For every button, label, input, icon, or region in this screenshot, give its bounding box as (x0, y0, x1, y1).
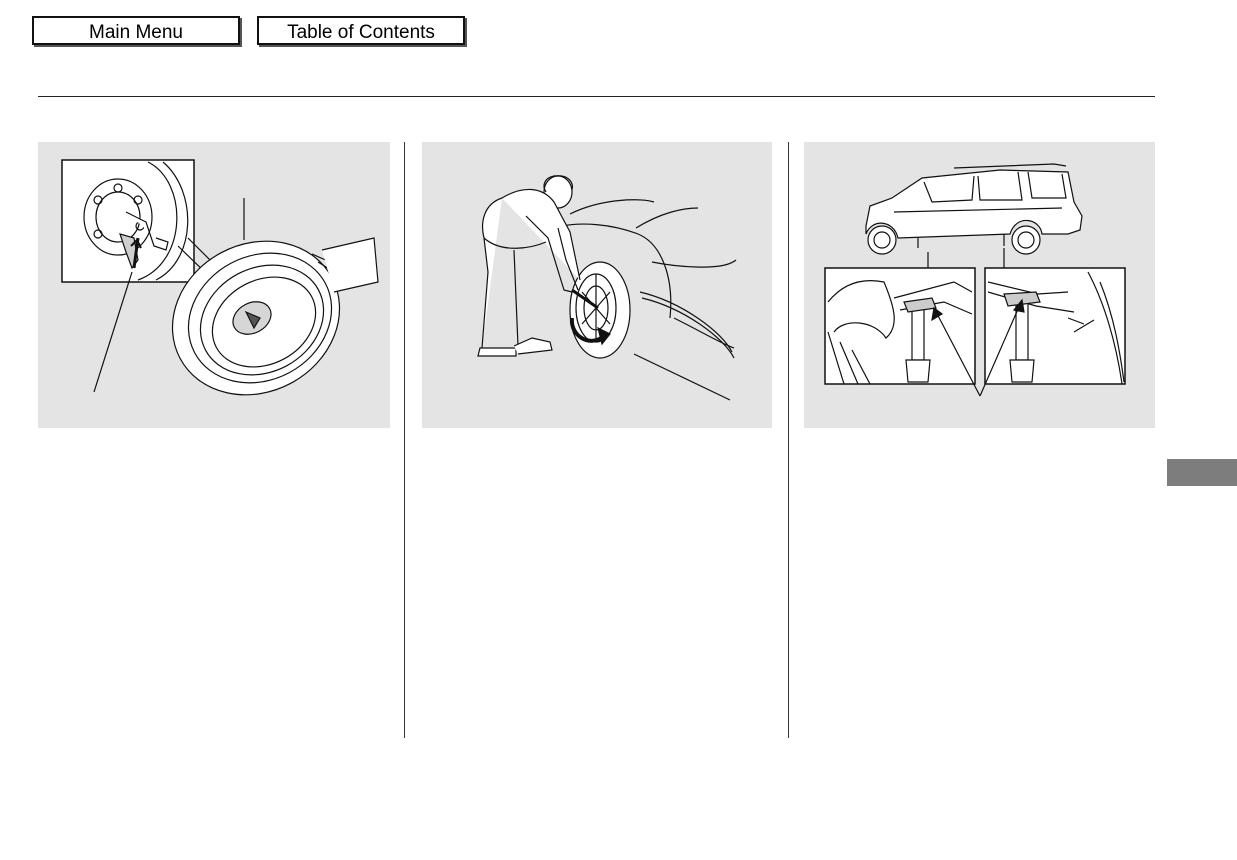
column-divider-2 (788, 142, 789, 738)
spare-tire-removal-illustration (61, 159, 379, 396)
header-rule (38, 96, 1155, 97)
jack-points-figure (804, 142, 1155, 428)
section-tab (1167, 459, 1237, 486)
wheel-nut-figure (422, 142, 772, 428)
spare-tire-figure (38, 142, 390, 428)
main-menu-button[interactable]: Main Menu (32, 16, 240, 45)
table-of-contents-button[interactable]: Table of Contents (257, 16, 465, 45)
vehicle-jack-points-illustration (824, 163, 1126, 397)
column-divider-1 (404, 142, 405, 738)
wheel-nut-loosening-illustration (477, 175, 737, 401)
